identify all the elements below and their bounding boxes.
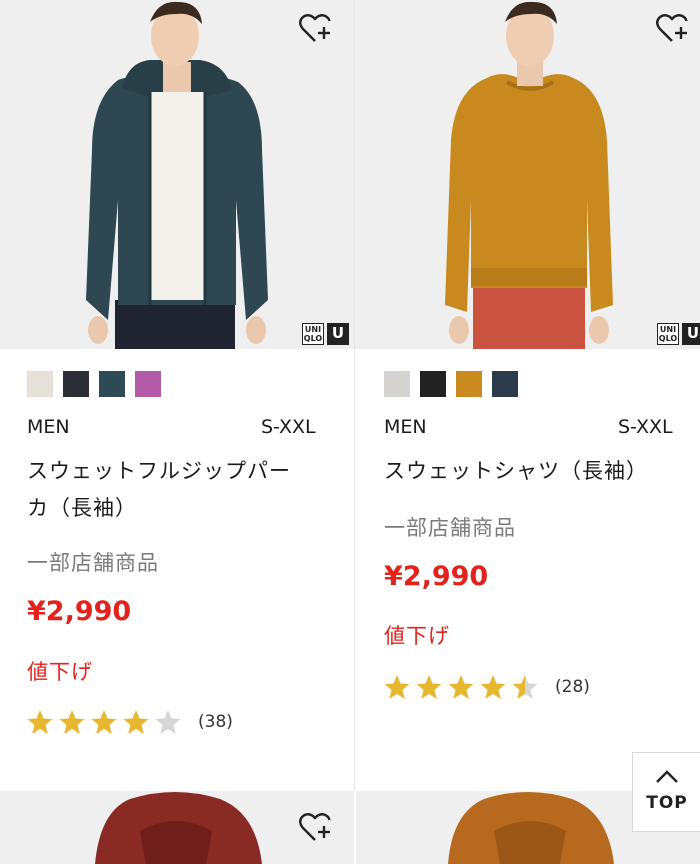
price: ¥2,990 (27, 596, 132, 627)
star-rating (26, 708, 182, 736)
heart-plus-icon (299, 813, 331, 841)
color-swatches (27, 371, 161, 397)
model-photo-hoodie (0, 0, 354, 349)
star-icon (91, 710, 117, 734)
product-name[interactable]: スウェットシャツ（長袖） (384, 453, 684, 490)
star-icon (155, 710, 181, 734)
brand-logo: UNI QLO U (657, 323, 700, 347)
size-range: S-XXL (618, 416, 673, 438)
rating[interactable]: (38) (26, 708, 233, 736)
store-availability: 一部店舗商品 (27, 551, 159, 575)
color-swatch[interactable] (27, 371, 53, 397)
product-name-line: スウェットシャツ（長袖） (384, 459, 648, 483)
product-name-line: スウェットフルジップパー (27, 459, 291, 483)
color-swatch[interactable] (420, 371, 446, 397)
price-reduced-label: 値下げ (27, 660, 93, 684)
product-image[interactable]: UNI QLO U (0, 0, 354, 349)
uniqlo-logo: UNI QLO (657, 323, 679, 345)
heart-plus-icon (656, 14, 688, 42)
add-to-wishlist-button[interactable] (655, 10, 691, 46)
column-divider (354, 791, 356, 864)
chevron-up-icon (656, 770, 678, 783)
product-card[interactable]: UNI QLO U MEN S-XXL スウェットフルジップパー カ（長袖） 一部… (0, 0, 355, 790)
product-name[interactable]: スウェットフルジップパー カ（長袖） (27, 453, 317, 527)
add-to-wishlist-button[interactable] (298, 10, 334, 46)
scroll-to-top-label: TOP (646, 793, 688, 813)
review-count: (38) (198, 712, 233, 732)
color-swatch[interactable] (99, 371, 125, 397)
uniqlo-u-logo: U (682, 323, 700, 345)
star-icon (448, 675, 474, 699)
gender-label: MEN (384, 416, 427, 438)
color-swatch[interactable] (384, 371, 410, 397)
color-swatch[interactable] (135, 371, 161, 397)
product-card[interactable]: UNI QLO U MEN S-XXL スウェットシャツ（長袖） 一部店舗商品 ¥… (355, 0, 700, 790)
model-photo-sweatshirt (355, 0, 700, 349)
gender-label: MEN (27, 416, 70, 438)
price: ¥2,990 (384, 561, 489, 592)
star-rating (383, 673, 539, 701)
star-icon (123, 710, 149, 734)
price-reduced-label: 値下げ (384, 624, 450, 648)
color-swatch[interactable] (456, 371, 482, 397)
size-range: S-XXL (261, 416, 316, 438)
rating[interactable]: (28) (383, 673, 590, 701)
scroll-to-top-button[interactable]: TOP (632, 752, 700, 832)
brand-logo: UNI QLO U (302, 323, 349, 347)
add-to-wishlist-button[interactable] (298, 809, 334, 845)
uniqlo-u-logo: U (327, 323, 349, 345)
star-icon (480, 675, 506, 699)
star-icon (27, 710, 53, 734)
heart-plus-icon (299, 14, 331, 42)
star-icon (384, 675, 410, 699)
store-availability: 一部店舗商品 (384, 516, 516, 540)
star-icon (59, 710, 85, 734)
product-image[interactable]: UNI QLO U (355, 0, 700, 349)
color-swatches (384, 371, 518, 397)
color-swatch[interactable] (492, 371, 518, 397)
review-count: (28) (555, 677, 590, 697)
uniqlo-logo: UNI QLO (302, 323, 324, 345)
product-name-line: カ（長袖） (27, 496, 137, 520)
color-swatch[interactable] (63, 371, 89, 397)
next-product-images (95, 792, 614, 864)
star-icon (512, 675, 538, 699)
star-icon (416, 675, 442, 699)
next-product-row (0, 791, 700, 864)
